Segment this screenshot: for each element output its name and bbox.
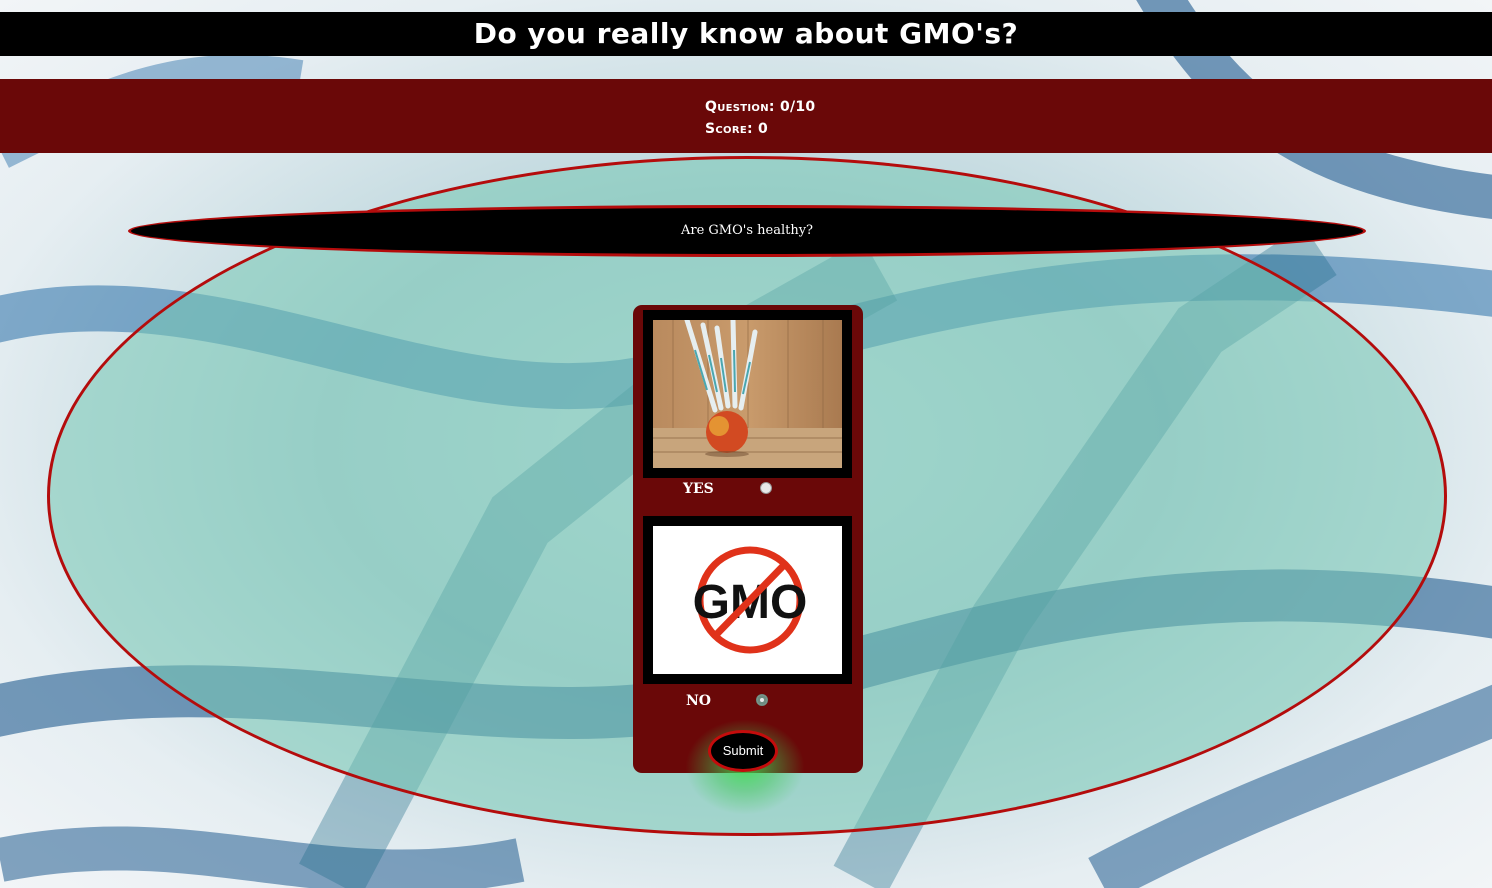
submit-button[interactable]: Submit xyxy=(708,730,778,772)
option-no-label: NO xyxy=(686,693,711,709)
answer-card: YES GMO NO Submit xyxy=(633,305,863,815)
score-counter: Score: 0 xyxy=(705,121,769,137)
question-counter: Question: 0/10 xyxy=(705,99,816,115)
apple-with-syringes-image xyxy=(653,320,842,468)
question-text: Are GMO's healthy? xyxy=(128,205,1366,257)
page-title: Do you really know about GMO's? xyxy=(0,12,1492,56)
stats-bar: Question: 0/10 Score: 0 xyxy=(0,79,1492,153)
stats-panel: Question: 0/10 Score: 0 xyxy=(705,96,815,140)
option-yes-label: YES xyxy=(683,481,714,497)
option-yes-image-frame[interactable] xyxy=(643,310,852,478)
no-gmo-sign-image: GMO xyxy=(653,526,842,674)
option-no-image-frame[interactable]: GMO xyxy=(643,516,852,684)
option-yes-radio[interactable] xyxy=(760,482,772,494)
option-no-radio[interactable] xyxy=(756,694,768,706)
